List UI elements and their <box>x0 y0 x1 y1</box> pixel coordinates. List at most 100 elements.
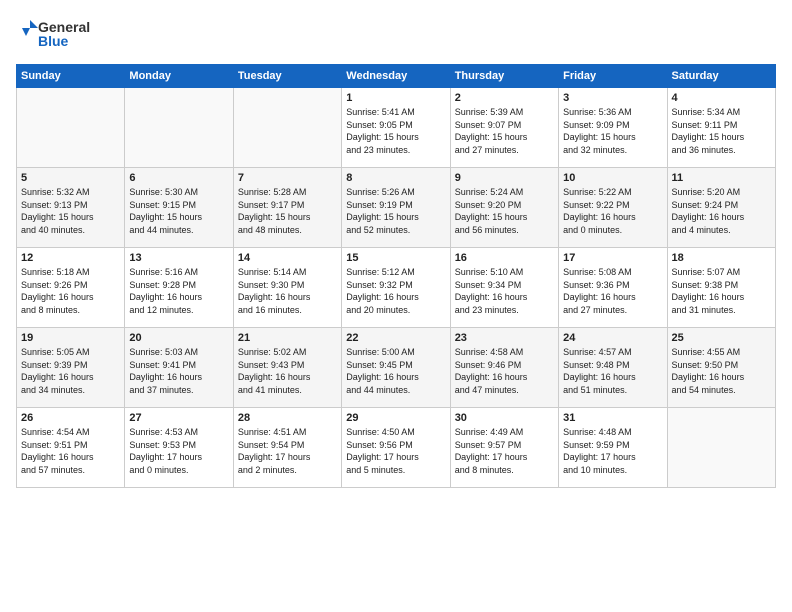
calendar-week-row: 1Sunrise: 5:41 AM Sunset: 9:05 PM Daylig… <box>17 88 776 168</box>
day-info: Sunrise: 5:30 AM Sunset: 9:15 PM Dayligh… <box>129 186 228 236</box>
calendar-cell: 4 Sunrise: 5:34 AM Sunset: 9:11 PM Daylig… <box>667 88 775 168</box>
day-number: 17 <box>563 252 662 264</box>
calendar-week-row: 12 Sunrise: 5:18 AM Sunset: 9:26 PM Dayli… <box>17 248 776 328</box>
day-number: 2 <box>455 92 554 104</box>
calendar-cell: 15 Sunrise: 5:12 AM Sunset: 9:32 PM Dayli… <box>342 248 450 328</box>
day-info: Sunrise: 4:54 AM Sunset: 9:51 PM Dayligh… <box>21 426 120 476</box>
day-info: Sunrise: 5:18 AM Sunset: 9:26 PM Dayligh… <box>21 266 120 316</box>
calendar-cell: 18 Sunrise: 5:07 AM Sunset: 9:38 PM Dayli… <box>667 248 775 328</box>
day-number: 9 <box>455 172 554 184</box>
calendar-cell: 20Sunrise: 5:03 AM Sunset: 9:41 PM Dayli… <box>125 328 233 408</box>
day-info: Sunrise: 5:26 AM Sunset: 9:19 PM Dayligh… <box>346 186 445 236</box>
weekday-header-tuesday: Tuesday <box>233 65 341 88</box>
weekday-header-thursday: Thursday <box>450 65 558 88</box>
calendar-week-row: 19 Sunrise: 5:05 AM Sunset: 9:39 PM Dayli… <box>17 328 776 408</box>
day-number: 19 <box>21 332 120 344</box>
day-number: 21 <box>238 332 337 344</box>
day-number: 8 <box>346 172 445 184</box>
day-number: 12 <box>21 252 120 264</box>
weekday-header-row: SundayMondayTuesdayWednesdayThursdayFrid… <box>17 65 776 88</box>
day-number: 18 <box>672 252 771 264</box>
day-info: Sunrise: 5:16 AM Sunset: 9:28 PM Dayligh… <box>129 266 228 316</box>
day-number: 30 <box>455 412 554 424</box>
day-info: Sunrise: 5:36 AM Sunset: 9:09 PM Dayligh… <box>563 106 662 156</box>
day-info: Sunrise: 5:32 AM Sunset: 9:13 PM Dayligh… <box>21 186 120 236</box>
day-info: Sunrise: 5:08 AM Sunset: 9:36 PM Dayligh… <box>563 266 662 316</box>
calendar-cell: 6 Sunrise: 5:30 AM Sunset: 9:15 PM Daylig… <box>125 168 233 248</box>
calendar-cell: 19 Sunrise: 5:05 AM Sunset: 9:39 PM Dayli… <box>17 328 125 408</box>
weekday-header-friday: Friday <box>559 65 667 88</box>
day-number: 24 <box>563 332 662 344</box>
day-number: 1 <box>346 92 445 104</box>
day-info: Sunrise: 5:10 AM Sunset: 9:34 PM Dayligh… <box>455 266 554 316</box>
day-number: 29 <box>346 412 445 424</box>
calendar-header: SundayMondayTuesdayWednesdayThursdayFrid… <box>17 65 776 88</box>
day-number: 5 <box>21 172 120 184</box>
day-info: Sunrise: 5:39 AM Sunset: 9:07 PM Dayligh… <box>455 106 554 156</box>
calendar-cell: 11 Sunrise: 5:20 AM Sunset: 9:24 PM Dayli… <box>667 168 775 248</box>
day-number: 11 <box>672 172 771 184</box>
calendar-cell: 27 Sunrise: 4:53 AM Sunset: 9:53 PM Dayli… <box>125 408 233 488</box>
day-info: Sunrise: 5:00 AM Sunset: 9:45 PM Dayligh… <box>346 346 445 396</box>
day-info: Sunrise: 4:55 AM Sunset: 9:50 PM Dayligh… <box>672 346 771 396</box>
calendar-cell: 21 Sunrise: 5:02 AM Sunset: 9:43 PM Dayli… <box>233 328 341 408</box>
day-info: Sunrise: 5:07 AM Sunset: 9:38 PM Dayligh… <box>672 266 771 316</box>
day-number: 16 <box>455 252 554 264</box>
calendar-cell <box>17 88 125 168</box>
day-info: Sunrise: 5:20 AM Sunset: 9:24 PM Dayligh… <box>672 186 771 236</box>
calendar-cell: 3 Sunrise: 5:36 AM Sunset: 9:09 PM Daylig… <box>559 88 667 168</box>
day-number: 27 <box>129 412 228 424</box>
calendar-cell <box>125 88 233 168</box>
day-info: Sunrise: 5:28 AM Sunset: 9:17 PM Dayligh… <box>238 186 337 236</box>
day-number: 28 <box>238 412 337 424</box>
day-info: Sunrise: 4:49 AM Sunset: 9:57 PM Dayligh… <box>455 426 554 476</box>
calendar-cell: 23Sunrise: 4:58 AM Sunset: 9:46 PM Dayli… <box>450 328 558 408</box>
day-info: Sunrise: 5:12 AM Sunset: 9:32 PM Dayligh… <box>346 266 445 316</box>
day-info: Sunrise: 4:53 AM Sunset: 9:53 PM Dayligh… <box>129 426 228 476</box>
day-info: Sunrise: 5:22 AM Sunset: 9:22 PM Dayligh… <box>563 186 662 236</box>
calendar-cell: 8 Sunrise: 5:26 AM Sunset: 9:19 PM Daylig… <box>342 168 450 248</box>
calendar-cell: 17 Sunrise: 5:08 AM Sunset: 9:36 PM Dayli… <box>559 248 667 328</box>
day-number: 14 <box>238 252 337 264</box>
day-info: Sunrise: 5:14 AM Sunset: 9:30 PM Dayligh… <box>238 266 337 316</box>
day-number: 4 <box>672 92 771 104</box>
calendar-cell: 5 Sunrise: 5:32 AM Sunset: 9:13 PM Daylig… <box>17 168 125 248</box>
page-header: GeneralBlue <box>16 16 776 52</box>
day-number: 13 <box>129 252 228 264</box>
calendar-cell: 1Sunrise: 5:41 AM Sunset: 9:05 PM Daylig… <box>342 88 450 168</box>
day-info: Sunrise: 4:58 AM Sunset: 9:46 PM Dayligh… <box>455 346 554 396</box>
weekday-header-sunday: Sunday <box>17 65 125 88</box>
day-info: Sunrise: 5:05 AM Sunset: 9:39 PM Dayligh… <box>21 346 120 396</box>
day-number: 6 <box>129 172 228 184</box>
day-number: 3 <box>563 92 662 104</box>
day-info: Sunrise: 5:34 AM Sunset: 9:11 PM Dayligh… <box>672 106 771 156</box>
calendar-cell: 10 Sunrise: 5:22 AM Sunset: 9:22 PM Dayli… <box>559 168 667 248</box>
calendar-cell: 30 Sunrise: 4:49 AM Sunset: 9:57 PM Dayli… <box>450 408 558 488</box>
calendar-table: SundayMondayTuesdayWednesdayThursdayFrid… <box>16 64 776 488</box>
day-number: 15 <box>346 252 445 264</box>
calendar-cell <box>233 88 341 168</box>
logo: GeneralBlue <box>16 16 106 52</box>
day-info: Sunrise: 5:02 AM Sunset: 9:43 PM Dayligh… <box>238 346 337 396</box>
calendar-cell: 9 Sunrise: 5:24 AM Sunset: 9:20 PM Daylig… <box>450 168 558 248</box>
day-number: 7 <box>238 172 337 184</box>
calendar-cell: 13 Sunrise: 5:16 AM Sunset: 9:28 PM Dayli… <box>125 248 233 328</box>
svg-text:Blue: Blue <box>38 33 69 49</box>
calendar-cell: 31Sunrise: 4:48 AM Sunset: 9:59 PM Dayli… <box>559 408 667 488</box>
day-info: Sunrise: 5:24 AM Sunset: 9:20 PM Dayligh… <box>455 186 554 236</box>
weekday-header-wednesday: Wednesday <box>342 65 450 88</box>
day-info: Sunrise: 4:57 AM Sunset: 9:48 PM Dayligh… <box>563 346 662 396</box>
calendar-cell: 14 Sunrise: 5:14 AM Sunset: 9:30 PM Dayli… <box>233 248 341 328</box>
calendar-cell: 12 Sunrise: 5:18 AM Sunset: 9:26 PM Dayli… <box>17 248 125 328</box>
calendar-week-row: 5 Sunrise: 5:32 AM Sunset: 9:13 PM Daylig… <box>17 168 776 248</box>
day-info: Sunrise: 4:48 AM Sunset: 9:59 PM Dayligh… <box>563 426 662 476</box>
calendar-week-row: 26Sunrise: 4:54 AM Sunset: 9:51 PM Dayli… <box>17 408 776 488</box>
weekday-header-saturday: Saturday <box>667 65 775 88</box>
calendar-cell: 24 Sunrise: 4:57 AM Sunset: 9:48 PM Dayli… <box>559 328 667 408</box>
calendar-cell: 22 Sunrise: 5:00 AM Sunset: 9:45 PM Dayli… <box>342 328 450 408</box>
calendar-cell: 26Sunrise: 4:54 AM Sunset: 9:51 PM Dayli… <box>17 408 125 488</box>
calendar-cell: 7 Sunrise: 5:28 AM Sunset: 9:17 PM Daylig… <box>233 168 341 248</box>
day-number: 22 <box>346 332 445 344</box>
weekday-header-monday: Monday <box>125 65 233 88</box>
day-number: 10 <box>563 172 662 184</box>
